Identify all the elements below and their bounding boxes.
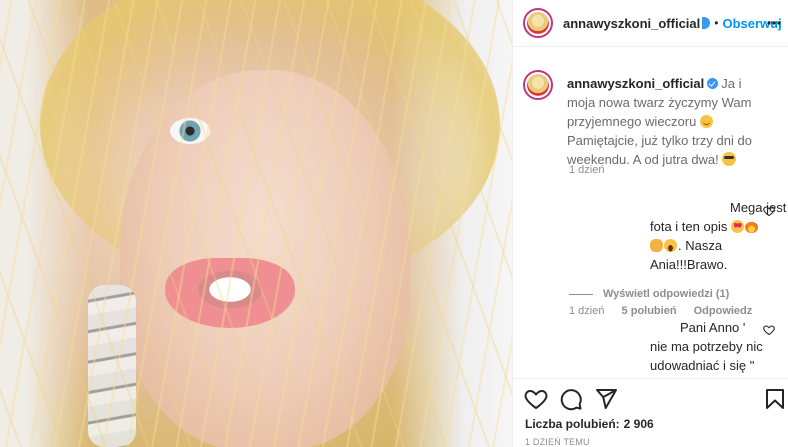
verified-icon: [707, 78, 719, 89]
comment-text: Pani Anno ' nie ma potrzeby nic udowadni…: [650, 318, 768, 378]
laughing-emoji-icon: [664, 239, 677, 252]
caption-time[interactable]: 1 dzień: [569, 164, 604, 176]
post-photo[interactable]: [0, 0, 512, 447]
likes-label: Liczba polubień:: [525, 417, 620, 431]
more-horizontal-icon[interactable]: [767, 16, 781, 30]
bookmark-icon[interactable]: [763, 387, 787, 411]
avatar[interactable]: [523, 8, 553, 38]
comment-like-heart-icon[interactable]: [763, 204, 775, 217]
paper-plane-icon[interactable]: [594, 387, 618, 411]
comment-icon[interactable]: [559, 387, 583, 411]
view-replies-label: Wyświetl odpowiedzi (1): [603, 288, 730, 300]
comment-text-line1: Pani Anno ': [680, 320, 746, 335]
post-date[interactable]: 1 dzień temu: [525, 437, 590, 447]
caption-avatar[interactable]: [523, 70, 553, 100]
action-bar: [513, 387, 788, 411]
post-footer: Liczba polubień: 2 906 1 dzień temu: [513, 378, 788, 447]
separator-dot: •: [714, 16, 719, 30]
smile-emoji-icon: [699, 115, 713, 128]
comment-likes[interactable]: 5 polubień: [622, 305, 677, 317]
avatar-image: [527, 12, 549, 34]
likes-count: 2 906: [623, 417, 654, 431]
comment-text-rest: nie ma potrzeby nic udowadniać i się " t…: [650, 339, 763, 378]
comment-text-a: fota i ten opis: [650, 219, 728, 234]
fire-emoji-icon: [744, 220, 758, 233]
comment-like-heart-icon[interactable]: [763, 323, 775, 336]
comment-text-line1: Mega jest ta: [730, 200, 788, 215]
post-header: annawyszkoni_official • Obserwuj: [513, 0, 788, 47]
comment-meta: 1 dzień 5 polubień Odpowiedz: [569, 305, 766, 317]
header-username[interactable]: annawyszkoni_official: [563, 16, 700, 31]
photo-hair-strands: [0, 0, 512, 447]
view-replies-button[interactable]: Wyświetl odpowiedzi (1): [569, 288, 729, 300]
verified-badge-icon: [702, 17, 711, 29]
sunglasses-emoji-icon: [722, 152, 737, 166]
clap-emoji-icon: [650, 239, 663, 252]
post-side-panel: annawyszkoni_official • Obserwuj annawys…: [512, 0, 788, 447]
heart-icon[interactable]: [524, 387, 548, 411]
comments-list[interactable]: annawyszkoni_official Ja i moja nowa twar…: [513, 48, 788, 378]
comment-text: Mega jest ta fota i ten opis . Nasza Ani…: [650, 198, 788, 274]
comment-time[interactable]: 1 dzień: [569, 305, 604, 317]
likes-summary[interactable]: Liczba polubień: 2 906: [525, 417, 654, 431]
replies-divider: [569, 293, 593, 295]
reply-button[interactable]: Odpowiedz: [694, 305, 753, 317]
heart-eyes-emoji-icon: [730, 220, 744, 233]
caption-username[interactable]: annawyszkoni_official: [567, 76, 704, 91]
caption-text: annawyszkoni_official Ja i moja nowa twar…: [567, 74, 767, 169]
avatar-image: [527, 74, 549, 96]
